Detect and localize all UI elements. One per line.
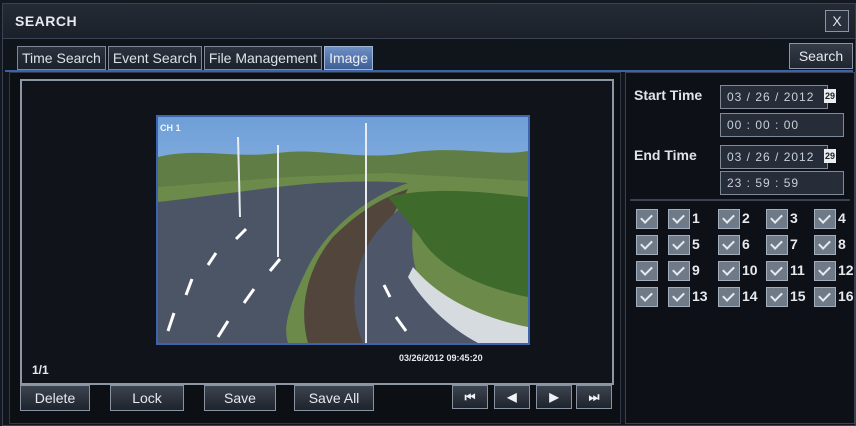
channel-label-15: 15 bbox=[790, 288, 806, 304]
channel-label-7: 7 bbox=[790, 236, 798, 252]
channel-label: CH 1 bbox=[160, 123, 181, 133]
channel-label-1: 1 bbox=[692, 210, 700, 226]
channel-checkbox-9[interactable] bbox=[668, 261, 690, 281]
filter-panel: Start Time 03 / 26 / 2012 29 00 : 00 : 0… bbox=[625, 72, 855, 424]
channel-label-14: 14 bbox=[742, 288, 758, 304]
channel-checkbox-15[interactable] bbox=[766, 287, 788, 307]
last-icon[interactable]: ⏭ bbox=[576, 385, 612, 409]
channel-checkbox-4[interactable] bbox=[814, 209, 836, 229]
tab-time-search[interactable]: Time Search bbox=[17, 46, 106, 70]
channel-label-4: 4 bbox=[838, 210, 846, 226]
next-icon[interactable]: ▶ bbox=[536, 385, 572, 409]
end-time-label: End Time bbox=[634, 147, 697, 163]
channel-label-2: 2 bbox=[742, 210, 750, 226]
channel-checkbox-12[interactable] bbox=[814, 261, 836, 281]
prev-icon[interactable]: ◀ bbox=[494, 385, 530, 409]
channel-checkbox-16[interactable] bbox=[814, 287, 836, 307]
start-time-input[interactable]: 00 : 00 : 00 bbox=[720, 113, 844, 137]
delete-button[interactable]: Delete bbox=[20, 385, 90, 411]
channel-checkbox-13[interactable] bbox=[668, 287, 690, 307]
first-icon[interactable]: ⏮ bbox=[452, 385, 488, 409]
tab-image[interactable]: Image bbox=[324, 46, 373, 70]
channel-checkbox-1[interactable] bbox=[668, 209, 690, 229]
start-calendar-icon[interactable]: 29 bbox=[824, 89, 836, 103]
channel-label-3: 3 bbox=[790, 210, 798, 226]
channel-label-8: 8 bbox=[838, 236, 846, 252]
snapshot-timestamp: 03/26/2012 09:45:20 bbox=[399, 353, 483, 363]
start-time-label: Start Time bbox=[634, 87, 703, 103]
select-row-checkbox[interactable] bbox=[636, 287, 658, 307]
channel-checkbox-14[interactable] bbox=[718, 287, 740, 307]
tab-file-management[interactable]: File Management bbox=[203, 46, 323, 70]
select-row-checkbox[interactable] bbox=[636, 235, 658, 255]
channel-checkbox-7[interactable] bbox=[766, 235, 788, 255]
channel-checkbox-5[interactable] bbox=[668, 235, 690, 255]
start-date-input[interactable]: 03 / 26 / 2012 bbox=[720, 85, 828, 109]
channel-checkbox-6[interactable] bbox=[718, 235, 740, 255]
channel-checkbox-11[interactable] bbox=[766, 261, 788, 281]
tab-bar: Time Search Event Search File Management… bbox=[17, 46, 373, 70]
channel-checkbox-2[interactable] bbox=[718, 209, 740, 229]
channel-label-11: 11 bbox=[790, 262, 805, 278]
lock-button[interactable]: Lock bbox=[110, 385, 184, 411]
highway-photo-icon bbox=[158, 117, 528, 343]
tab-event-search[interactable]: Event Search bbox=[107, 46, 202, 70]
preview-frame: CH 1 03/26/2012 09:45:20 1/1 bbox=[20, 79, 614, 385]
channel-label-16: 16 bbox=[838, 288, 854, 304]
section-divider bbox=[630, 199, 850, 201]
channel-checkbox-10[interactable] bbox=[718, 261, 740, 281]
channel-label-9: 9 bbox=[692, 262, 700, 278]
save-all-button[interactable]: Save All bbox=[294, 385, 374, 411]
title-bar: SEARCH X bbox=[3, 4, 855, 39]
end-calendar-icon[interactable]: 29 bbox=[824, 149, 836, 163]
select-row-checkbox[interactable] bbox=[636, 261, 658, 281]
close-button[interactable]: X bbox=[825, 10, 849, 32]
channel-checkbox-3[interactable] bbox=[766, 209, 788, 229]
channel-label-12: 12 bbox=[838, 262, 854, 278]
search-window: SEARCH X Time Search Event Search File M… bbox=[2, 3, 856, 426]
channel-label-10: 10 bbox=[742, 262, 758, 278]
end-time-input[interactable]: 23 : 59 : 59 bbox=[720, 171, 844, 195]
channel-label-5: 5 bbox=[692, 236, 700, 252]
window-title: SEARCH bbox=[15, 13, 78, 29]
save-button[interactable]: Save bbox=[204, 385, 276, 411]
channel-label-13: 13 bbox=[692, 288, 708, 304]
search-button[interactable]: Search bbox=[789, 43, 853, 69]
channel-label-6: 6 bbox=[742, 236, 750, 252]
channel-checkbox-8[interactable] bbox=[814, 235, 836, 255]
snapshot-image[interactable]: CH 1 bbox=[156, 115, 530, 345]
end-date-input[interactable]: 03 / 26 / 2012 bbox=[720, 145, 828, 169]
page-indicator: 1/1 bbox=[32, 363, 49, 377]
image-panel: CH 1 03/26/2012 09:45:20 1/1 Delete Lock… bbox=[9, 72, 621, 424]
select-row-checkbox[interactable] bbox=[636, 209, 658, 229]
